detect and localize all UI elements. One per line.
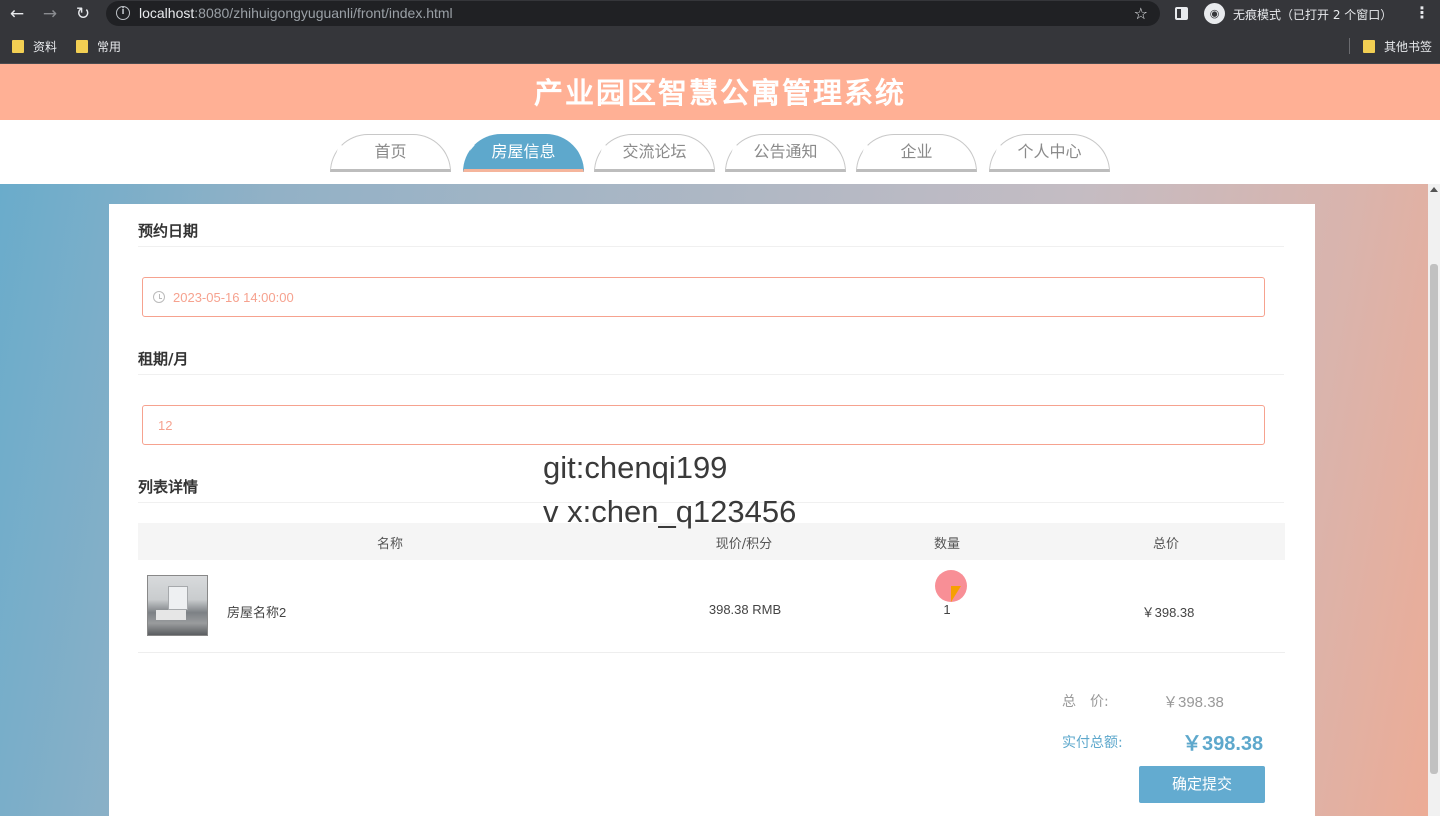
folder-icon <box>76 40 88 53</box>
clock-icon <box>153 291 165 303</box>
list-label: 列表详情 <box>138 478 199 496</box>
incognito-label[interactable]: 无痕模式（已打开 2 个窗口） <box>1233 6 1392 23</box>
submit-button[interactable]: 确定提交 <box>1139 766 1265 803</box>
row-qty: 1 <box>943 602 951 617</box>
row-total: ￥398.38 <box>1141 605 1195 620</box>
paid-label: 实付总额: <box>1062 735 1123 751</box>
nav-tab-house-info[interactable]: 房屋信息 <box>463 134 584 172</box>
row-name: 房屋名称2 <box>227 605 287 620</box>
scrollbar[interactable] <box>1428 184 1440 816</box>
nav-tab-profile[interactable]: 个人中心 <box>989 134 1110 172</box>
total-label: 总 价: <box>1062 694 1109 710</box>
column-header-qty: 数量 <box>933 537 961 552</box>
divider <box>138 246 1284 247</box>
nav-tab-notice[interactable]: 公告通知 <box>725 134 846 172</box>
bookmark-separator <box>1349 38 1350 54</box>
column-header-price: 现价/积分 <box>715 537 773 552</box>
term-field[interactable]: 12 <box>142 405 1265 445</box>
house-thumbnail[interactable] <box>147 575 208 636</box>
nav-tab-enterprise[interactable]: 企业 <box>856 134 977 172</box>
watermark-line-2: v x:chen_q123456 <box>543 494 797 529</box>
column-header-total: 总价 <box>1152 537 1180 552</box>
nav-tab-home[interactable]: 首页 <box>330 134 451 172</box>
forward-icon[interactable]: → <box>39 3 61 25</box>
bookmark-folder-other[interactable]: 其他书签 <box>1363 38 1432 55</box>
total-value: ￥398.38 <box>1163 694 1224 711</box>
date-field[interactable]: 2023-05-16 14:00:00 <box>142 277 1265 317</box>
bookmark-star-icon[interactable]: ☆ <box>1134 4 1148 23</box>
reload-icon[interactable]: ↻ <box>72 3 94 25</box>
bookmark-folder-ziliao[interactable]: 资料 <box>12 38 57 55</box>
site-header: 产业园区智慧公寓管理系统 <box>0 64 1440 120</box>
main-nav: 首页 房屋信息 交流论坛 公告通知 企业 个人中心 <box>0 120 1440 184</box>
paid-value: ￥398.38 <box>1182 733 1264 755</box>
watermark-line-1: git:chenqi199 <box>543 450 728 485</box>
side-panel-icon[interactable] <box>1175 7 1188 20</box>
term-label: 租期/月 <box>138 350 189 368</box>
incognito-icon[interactable]: ◉ <box>1204 3 1225 24</box>
divider <box>138 374 1284 375</box>
folder-icon <box>1363 40 1375 53</box>
folder-icon <box>12 40 24 53</box>
site-title: 产业园区智慧公寓管理系统 <box>533 76 906 110</box>
browser-menu-icon[interactable]: ⋮ <box>1414 3 1430 22</box>
date-value: 2023-05-16 14:00:00 <box>173 290 294 305</box>
back-icon[interactable]: ← <box>6 3 28 25</box>
table-row: 房屋名称2 398.38 RMB 1 ￥398.38 <box>138 560 1285 653</box>
bookmark-folder-changyong[interactable]: 常用 <box>76 38 121 55</box>
scrollbar-thumb[interactable] <box>1430 264 1438 774</box>
address-bar[interactable]: i localhost:8080/zhihuigongyuguanli/fron… <box>106 1 1160 26</box>
scroll-up-icon[interactable] <box>1430 187 1438 192</box>
column-header-name: 名称 <box>376 537 404 552</box>
term-value: 12 <box>158 418 173 433</box>
date-label: 预约日期 <box>138 222 199 240</box>
address-url[interactable]: localhost:8080/zhihuigongyuguanli/front/… <box>139 5 453 21</box>
mouse-cursor-icon <box>951 586 961 602</box>
site-info-icon[interactable]: i <box>116 6 130 20</box>
bookmarks-bar: 资料 常用 其他书签 <box>0 28 1440 64</box>
row-price: 398.38 RMB <box>708 602 782 617</box>
nav-tab-forum[interactable]: 交流论坛 <box>594 134 715 172</box>
browser-toolbar: ← → ↻ i localhost:8080/zhihuigongyuguanl… <box>0 0 1440 28</box>
